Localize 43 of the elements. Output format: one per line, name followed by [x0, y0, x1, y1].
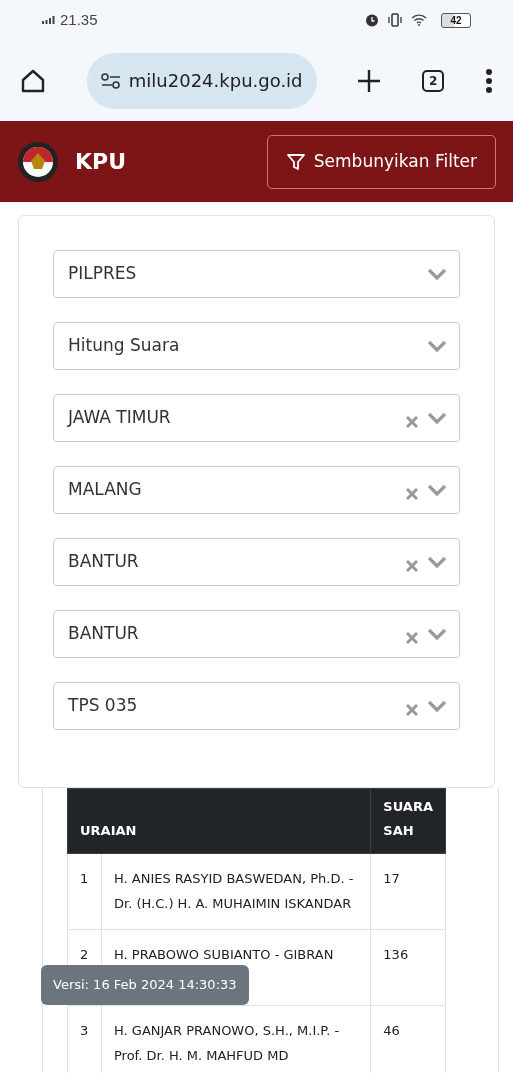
hide-filter-button[interactable]: Sembunyikan Filter — [266, 134, 496, 189]
chevron-down-icon[interactable] — [427, 340, 447, 352]
chevron-down-icon[interactable] — [427, 484, 447, 496]
chevron-down-icon[interactable] — [427, 556, 447, 568]
clear-icon[interactable] — [405, 415, 419, 429]
wifi-icon — [411, 14, 427, 26]
more-icon[interactable] — [485, 68, 493, 93]
clear-icon[interactable] — [405, 559, 419, 573]
signal-icon — [42, 16, 56, 24]
clear-icon[interactable] — [405, 631, 419, 645]
chevron-down-icon[interactable] — [427, 268, 447, 280]
table-cell: 136 — [370, 929, 446, 1006]
filter-icon — [285, 151, 306, 172]
tab-count-button[interactable]: 2 — [422, 69, 445, 92]
clear-icon[interactable] — [405, 487, 419, 501]
home-icon[interactable] — [20, 67, 46, 94]
table-cell: 1 — [67, 853, 102, 930]
select-field[interactable]: MALANG — [53, 466, 460, 514]
clear-icon[interactable] — [405, 703, 419, 717]
column-header: SUARA SAH — [370, 788, 446, 854]
chevron-down-icon[interactable] — [427, 628, 447, 640]
url-text: milu2024.kpu.go.id — [128, 69, 303, 93]
brand-name: KPU — [75, 148, 127, 176]
status-time: 21.35 — [60, 9, 98, 30]
select-field[interactable]: TPS 035 — [53, 682, 460, 730]
address-bar[interactable]: milu2024.kpu.go.id — [86, 52, 317, 109]
table-cell: H. ANIES RASYID BASWEDAN, Ph.D. - Dr. (H.C.) H. A. MUHAIMIN ISKANDAR — [101, 853, 371, 930]
chevron-down-icon[interactable] — [427, 412, 447, 424]
column-header: URAIAN — [67, 788, 371, 854]
tune-icon[interactable] — [100, 72, 121, 89]
select-field[interactable]: Hitung Suara — [53, 322, 460, 370]
select-field[interactable]: JAWA TIMUR — [53, 394, 460, 442]
table-cell: 17 — [370, 853, 446, 930]
alarm-icon — [365, 13, 379, 27]
tooltip: Versi: 16 Feb 2024 14:30:33 — [41, 965, 249, 1005]
select-field[interactable]: PILPRES — [53, 250, 460, 298]
plus-icon[interactable] — [357, 68, 382, 93]
emblem-icon — [17, 140, 59, 183]
select-field[interactable]: BANTUR — [53, 610, 460, 658]
select-field[interactable]: BANTUR — [53, 538, 460, 586]
battery-icon: 42 — [441, 12, 471, 28]
chevron-down-icon[interactable] — [427, 700, 447, 712]
vibrate-icon — [387, 13, 403, 27]
